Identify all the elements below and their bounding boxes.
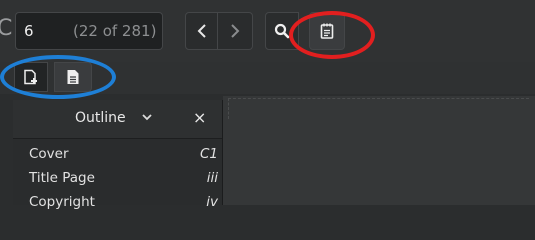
chevron-left-icon (197, 23, 207, 39)
search-icon (274, 23, 290, 39)
search-button[interactable] (265, 12, 299, 50)
outline-list: Cover C1 Title Page iii Copyright iv (13, 142, 222, 214)
chevron-down-icon[interactable] (141, 108, 153, 126)
outline-item[interactable]: Cover C1 (13, 142, 222, 166)
previous-page-button[interactable] (185, 12, 218, 50)
outline-item-title: Cover (29, 146, 69, 162)
document-view[interactable] (223, 96, 535, 205)
close-icon[interactable]: × (193, 108, 206, 127)
top-toolbar: C (22 of 281) (0, 0, 535, 63)
next-page-button[interactable] (218, 12, 253, 50)
page-number-input[interactable] (15, 12, 65, 50)
outline-item-title: Copyright (29, 194, 95, 210)
document-icon (66, 69, 80, 85)
page-edge (228, 98, 529, 119)
outline-item-page: C1 (199, 146, 218, 162)
outline-item[interactable]: Copyright iv (13, 190, 222, 214)
page-count-label: (22 of 281) (65, 12, 163, 50)
chevron-right-icon (230, 23, 240, 39)
document-button[interactable] (54, 62, 92, 92)
annotations-button[interactable] (309, 12, 345, 50)
add-annotation-button[interactable] (14, 62, 48, 92)
outline-title: Outline (75, 110, 126, 126)
sidebar-toolbar (0, 62, 535, 94)
outline-sidebar: Outline × Cover C1 Title Page iii Copyri… (13, 100, 223, 210)
annotations-icon (320, 23, 334, 39)
clipped-window-glyph: C (0, 16, 13, 41)
outline-item-page: iii (206, 170, 218, 186)
outline-item-page: iv (206, 194, 218, 210)
outline-item-title: Title Page (29, 170, 95, 186)
outline-item[interactable]: Title Page iii (13, 166, 222, 190)
add-annotation-icon (23, 69, 39, 85)
outline-header: Outline × (13, 100, 222, 139)
